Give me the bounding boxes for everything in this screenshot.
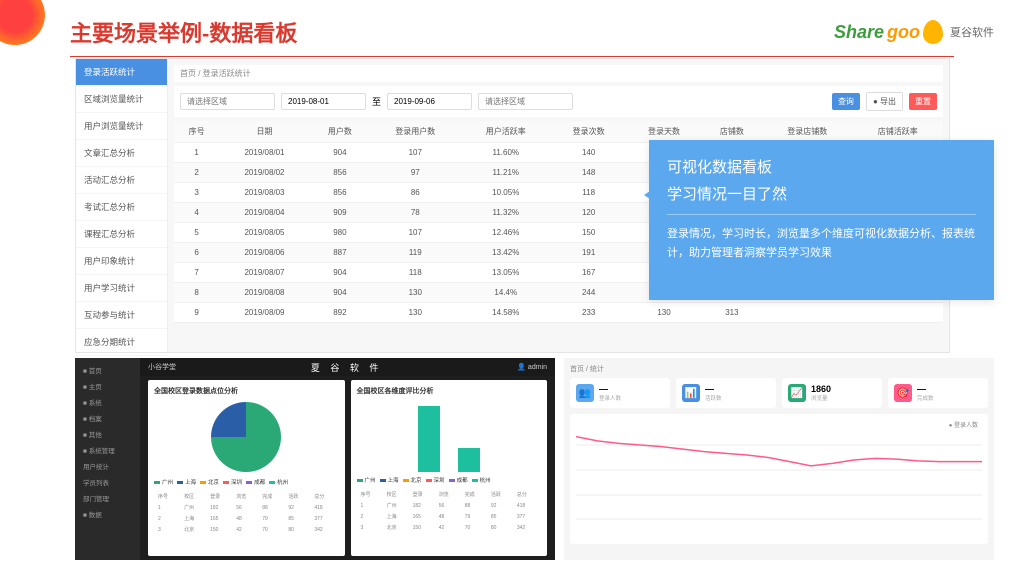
stat-icon: 🎯: [894, 384, 912, 402]
callout-h2: 学习情况一目了然: [667, 183, 976, 204]
pie-title: 全国校区登录数据点位分析: [154, 386, 339, 396]
export-button[interactable]: ● 导出: [866, 92, 903, 111]
line-card: ● 登录人数: [570, 414, 988, 544]
search-button[interactable]: 查询: [832, 93, 860, 110]
stat-icon: 👥: [576, 384, 594, 402]
sidebar-item[interactable]: 文章汇总分析: [76, 140, 167, 167]
divider: [70, 56, 954, 57]
dark-body: 全国校区登录数据点位分析 广州上海北京深圳成都杭州 序号校区登录浏览完成活跃总分…: [140, 358, 555, 560]
table-row[interactable]: 92019/08/0989213014.58%233130313: [174, 303, 943, 323]
sidebar: 登录活跃统计区域浏览量统计用户浏览量统计文章汇总分析活动汇总分析考试汇总分析课程…: [76, 59, 168, 352]
pie-legend: 广州上海北京深圳成都杭州: [154, 478, 339, 486]
dark-title: 夏 谷 软 件: [311, 361, 383, 374]
dark-side-item[interactable]: ■ 系统: [79, 394, 136, 410]
dark-side-item[interactable]: 部门管理: [79, 490, 136, 506]
sidebar-item[interactable]: 考试汇总分析: [76, 194, 167, 221]
page-title: 主要场景举例-数据看板: [70, 16, 297, 48]
stat-card[interactable]: 📊—活跃数: [676, 378, 776, 408]
pie-card: 全国校区登录数据点位分析 广州上海北京深圳成都杭州 序号校区登录浏览完成活跃总分…: [148, 380, 345, 556]
stat-icon: 📊: [682, 384, 700, 402]
stat-icon: 📈: [788, 384, 806, 402]
dark-side-item[interactable]: ■ 数据: [79, 506, 136, 522]
reset-button[interactable]: 重置: [909, 93, 937, 110]
bar-2: [458, 448, 480, 473]
line-legend: ● 登录人数: [949, 420, 978, 429]
sidebar-item[interactable]: 登录活跃统计: [76, 59, 167, 86]
sidebar-item[interactable]: 课程汇总分析: [76, 221, 167, 248]
date-to-input[interactable]: [387, 93, 472, 110]
sidebar-item[interactable]: 区域浏览量统计: [76, 86, 167, 113]
sidebar-item[interactable]: 互动参与统计: [76, 302, 167, 329]
callout-divider: [667, 214, 976, 215]
filter-bar: 至 查询 ● 导出 重置: [174, 86, 943, 117]
dark-side-item[interactable]: ■ 系统管理: [79, 442, 136, 458]
dark-side-item[interactable]: 用户统计: [79, 458, 136, 474]
dark-sidebar: ■ 首页■ 主页■ 系统■ 档案■ 其他■ 系统管理用户统计学员列表部门管理■ …: [75, 358, 140, 560]
line-breadcrumb: 首页 / 统计: [570, 364, 988, 374]
line-chart: [576, 420, 982, 520]
logo: Sharegoo 夏谷软件: [834, 20, 994, 44]
header: 主要场景举例-数据看板 Sharegoo 夏谷软件: [0, 0, 1024, 56]
dark-brand: 小谷学堂: [148, 362, 176, 372]
logo-text-goo: goo: [887, 22, 920, 43]
sidebar-item[interactable]: 用户学习统计: [76, 275, 167, 302]
dark-dashboard: ■ 首页■ 主页■ 系统■ 档案■ 其他■ 系统管理用户统计学员列表部门管理■ …: [75, 358, 555, 560]
logo-cn: 夏谷软件: [950, 24, 994, 40]
col-header: 登录用户数: [370, 121, 460, 143]
dark-side-item[interactable]: ■ 首页: [79, 362, 136, 378]
dark-header: 小谷学堂 夏 谷 软 件 👤 admin: [140, 358, 555, 376]
date-from-input[interactable]: [281, 93, 366, 110]
stat-card[interactable]: 🎯—完成数: [888, 378, 988, 408]
region-select-2[interactable]: [478, 93, 573, 110]
dark-side-item[interactable]: 学员列表: [79, 474, 136, 490]
stat-card[interactable]: 📈1860浏览量: [782, 378, 882, 408]
sidebar-item[interactable]: 应急分期统计: [76, 329, 167, 356]
bar-title: 全国校区各维度评比分析: [357, 386, 542, 396]
region-select-1[interactable]: [180, 93, 275, 110]
col-header: 用户数: [310, 121, 370, 143]
stat-card[interactable]: 👥—登录人数: [570, 378, 670, 408]
col-header: 用户活跃率: [461, 121, 551, 143]
logo-text-share: Share: [834, 22, 884, 43]
col-header: 登录次数: [551, 121, 626, 143]
dark-side-item[interactable]: ■ 其他: [79, 426, 136, 442]
info-callout: 可视化数据看板 学习情况一目了然 登录情况，学习时长，浏览量多个维度可视化数据分…: [649, 140, 994, 300]
mini-table-2: 序号校区登录浏览完成活跃总分1广州1825688924182上海16548798…: [357, 488, 542, 534]
logo-egg-icon: [923, 20, 943, 44]
bar-card: 全国校区各维度评比分析 广州上海北京深圳成都杭州 序号校区登录浏览完成活跃总分1…: [351, 380, 548, 556]
pie-chart: [211, 402, 281, 472]
dark-user-icon[interactable]: 👤 admin: [517, 363, 547, 371]
callout-h1: 可视化数据看板: [667, 156, 976, 177]
bar-legend: 广州上海北京深圳成都杭州: [357, 476, 542, 484]
breadcrumb: 首页 / 登录活跃统计: [174, 65, 943, 82]
stat-row: 👥—登录人数📊—活跃数📈1860浏览量🎯—完成数: [570, 378, 988, 408]
sidebar-item[interactable]: 用户印象统计: [76, 248, 167, 275]
dark-side-item[interactable]: ■ 主页: [79, 378, 136, 394]
bar-1: [418, 406, 440, 473]
dark-side-item[interactable]: ■ 档案: [79, 410, 136, 426]
mini-table: 序号校区登录浏览完成活跃总分1广州1825688924182上海16548798…: [154, 490, 339, 536]
col-header: 日期: [219, 121, 310, 143]
callout-body: 登录情况，学习时长，浏览量多个维度可视化数据分析、报表统计，助力管理者洞察学员学…: [667, 225, 976, 262]
sidebar-item[interactable]: 活动汇总分析: [76, 167, 167, 194]
bar-chart: [357, 402, 542, 472]
line-dashboard: 首页 / 统计 👥—登录人数📊—活跃数📈1860浏览量🎯—完成数 ● 登录人数: [564, 358, 994, 560]
col-header: 序号: [174, 121, 219, 143]
sidebar-item[interactable]: 用户浏览量统计: [76, 113, 167, 140]
